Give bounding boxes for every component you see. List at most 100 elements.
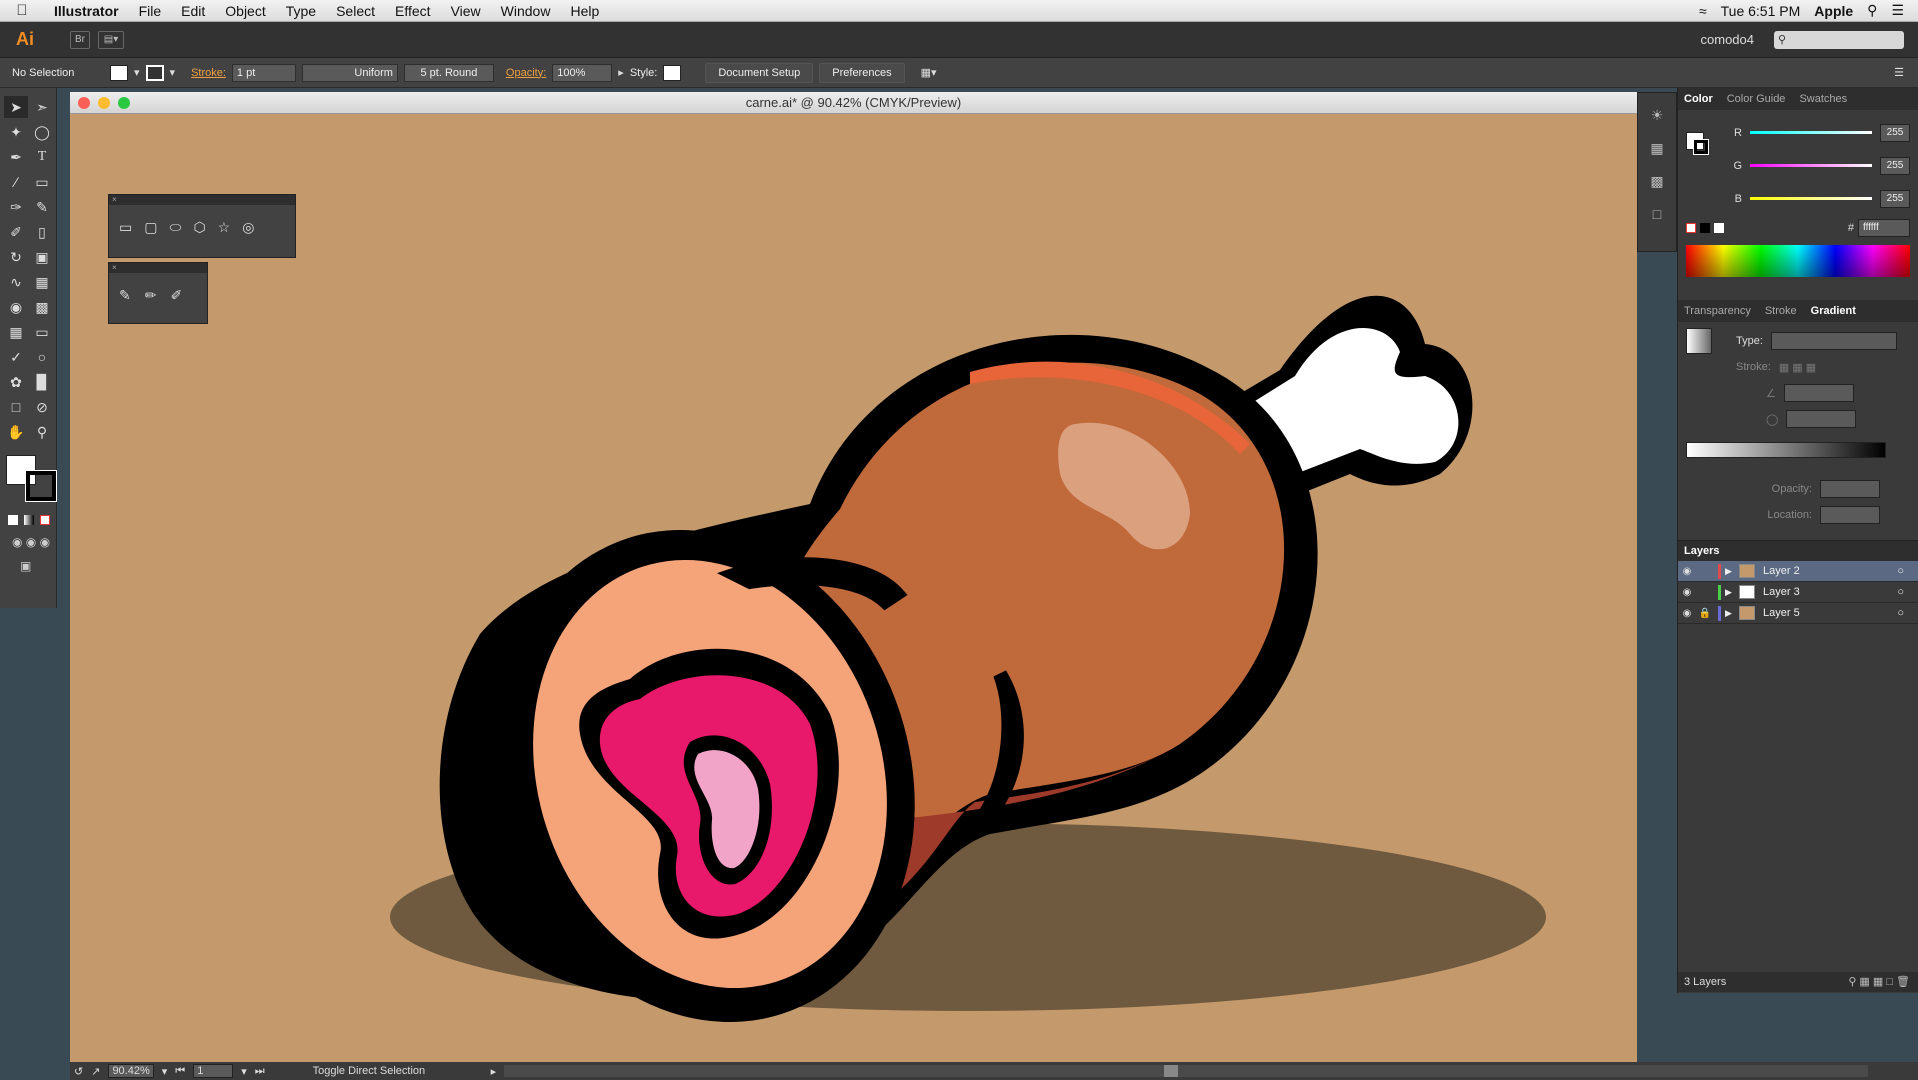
free-transform-tool-icon[interactable]: ▦ bbox=[30, 271, 54, 293]
menu-view[interactable]: View bbox=[441, 3, 491, 19]
expand-triangle-icon[interactable]: ▶ bbox=[1725, 587, 1739, 598]
menu-object[interactable]: Object bbox=[215, 3, 275, 19]
graph-tool-icon[interactable]: ▉ bbox=[30, 371, 54, 393]
target-icon[interactable]: ○ bbox=[1897, 565, 1904, 577]
tab-gradient[interactable]: Gradient bbox=[1811, 305, 1856, 317]
opacity-field[interactable]: 100% bbox=[552, 63, 613, 82]
gradient-opacity-field[interactable] bbox=[1820, 480, 1880, 498]
brush-definition[interactable]: 5 pt. Round bbox=[403, 63, 494, 82]
apple-menu-icon[interactable]:  bbox=[0, 2, 44, 19]
r-slider[interactable] bbox=[1750, 131, 1872, 134]
stroke-color-swatch[interactable] bbox=[25, 470, 57, 502]
layer-row[interactable]: ◉ ▶ Layer 2 ○ bbox=[1678, 561, 1918, 582]
fill-dropdown-icon[interactable]: ▾ bbox=[134, 66, 140, 79]
warp-tool-icon[interactable]: ∿ bbox=[4, 271, 28, 293]
menu-window[interactable]: Window bbox=[491, 3, 561, 19]
roast-meat-illustration[interactable] bbox=[70, 114, 1637, 1062]
layer-name[interactable]: Layer 5 bbox=[1763, 607, 1800, 619]
lasso-tool-icon[interactable]: ◯ bbox=[30, 121, 54, 143]
stroke-label[interactable]: Stroke: bbox=[191, 67, 226, 79]
preferences-button[interactable]: Preferences bbox=[819, 62, 905, 83]
gradient-type-select[interactable] bbox=[1770, 332, 1897, 350]
layer-row[interactable]: ◉ 🔒 ▶ Layer 5 ○ bbox=[1678, 603, 1918, 624]
status-message[interactable]: Toggle Direct Selection bbox=[313, 1065, 483, 1077]
path-eraser-icon[interactable]: ✐ bbox=[170, 287, 182, 304]
hand-tool-icon[interactable]: ✋ bbox=[4, 421, 28, 443]
target-icon[interactable]: ○ bbox=[1897, 586, 1904, 598]
close-icon[interactable]: × bbox=[109, 263, 207, 273]
artboard-number-field[interactable]: 1 bbox=[193, 1064, 234, 1078]
search-input[interactable]: ⚲ bbox=[1774, 30, 1904, 49]
location-field[interactable] bbox=[1820, 506, 1880, 524]
scrollbar-thumb[interactable] bbox=[1164, 1065, 1179, 1077]
lock-icon[interactable]: 🔒 bbox=[1696, 608, 1714, 619]
arrange-icon[interactable]: ▦▾ bbox=[921, 66, 937, 79]
layer-name[interactable]: Layer 2 bbox=[1763, 565, 1800, 577]
menu-effect[interactable]: Effect bbox=[385, 3, 441, 19]
b-slider[interactable] bbox=[1750, 197, 1872, 200]
stroke-weight-field[interactable]: 1 pt bbox=[231, 63, 296, 82]
color-stroke-swatch[interactable] bbox=[1693, 139, 1709, 155]
none-mode-icon[interactable] bbox=[40, 515, 50, 525]
status-arrow-icon[interactable]: ▸ bbox=[491, 1065, 497, 1078]
magic-wand-tool-icon[interactable]: ✦ bbox=[4, 121, 28, 143]
perspective-grid-tool-icon[interactable]: ▩ bbox=[30, 296, 54, 318]
target-icon[interactable]: ○ bbox=[1897, 607, 1904, 619]
artboard-canvas[interactable] bbox=[70, 114, 1637, 1062]
rotate-tool-icon[interactable]: ↻ bbox=[4, 246, 28, 268]
eye-icon[interactable]: ◉ bbox=[1678, 608, 1696, 619]
color-mode-icon[interactable] bbox=[8, 515, 18, 525]
selection-tool-icon[interactable]: ➤ bbox=[4, 96, 28, 118]
opacity-arrow-icon[interactable]: ▸ bbox=[618, 66, 624, 79]
menu-file[interactable]: File bbox=[129, 3, 172, 19]
close-window-button[interactable] bbox=[78, 97, 90, 109]
menu-edit[interactable]: Edit bbox=[171, 3, 215, 19]
stroke-dropdown-icon[interactable]: ▾ bbox=[170, 66, 176, 79]
tab-color[interactable]: Color bbox=[1684, 93, 1713, 105]
bridge-button[interactable]: Br bbox=[70, 30, 90, 49]
expand-triangle-icon[interactable]: ▶ bbox=[1725, 566, 1739, 577]
black-swatch[interactable] bbox=[1700, 223, 1710, 233]
white-swatch[interactable] bbox=[1714, 223, 1724, 233]
arrange-documents-icon[interactable]: ▤▾ bbox=[98, 30, 124, 49]
menubar-user[interactable]: Apple bbox=[1814, 3, 1853, 19]
expand-triangle-icon[interactable]: ▶ bbox=[1725, 608, 1739, 619]
fill-swatch[interactable] bbox=[110, 64, 128, 81]
document-setup-button[interactable]: Document Setup bbox=[705, 62, 814, 83]
spotlight-icon[interactable]: ⚲ bbox=[1867, 2, 1877, 19]
symbols-icon[interactable]: ▩ bbox=[1650, 173, 1663, 190]
appearance-icon[interactable]: ☀ bbox=[1651, 107, 1664, 124]
smooth-tool-icon[interactable]: ✏ bbox=[145, 287, 157, 304]
angle-field[interactable] bbox=[1783, 384, 1854, 402]
blob-brush-tool-icon[interactable]: ✐ bbox=[4, 221, 28, 243]
artboards-icon[interactable]: □ bbox=[1653, 206, 1661, 222]
layers-panel-title[interactable]: Layers bbox=[1684, 545, 1719, 557]
stroke-gradient-options-icon[interactable]: ▦ ▦ ▦ bbox=[1779, 361, 1816, 374]
workspace-switcher[interactable]: comodo4 bbox=[1701, 32, 1754, 47]
direct-selection-tool-icon[interactable]: ➣ bbox=[30, 96, 54, 118]
gradient-slider[interactable] bbox=[1686, 442, 1886, 458]
menu-help[interactable]: Help bbox=[560, 3, 609, 19]
tab-color-guide[interactable]: Color Guide bbox=[1727, 93, 1786, 105]
artboard-dropdown-icon[interactable]: ▾ bbox=[241, 1065, 247, 1078]
layers-footer-icons[interactable]: ⚲ ▦ ▦ □ 🗑 bbox=[1848, 972, 1910, 992]
notification-icon[interactable]: ☰ bbox=[1891, 2, 1904, 19]
pencil-tool-icon[interactable]: ✎ bbox=[30, 196, 54, 218]
tab-stroke[interactable]: Stroke bbox=[1765, 305, 1797, 317]
g-value[interactable]: 255 bbox=[1880, 156, 1910, 175]
wifi-icon[interactable]: ≈ bbox=[1699, 3, 1707, 19]
ellipse-shape-icon[interactable]: ⬭ bbox=[169, 219, 181, 236]
gradient-preview-swatch[interactable] bbox=[1686, 328, 1712, 354]
rounded-rectangle-shape-icon[interactable]: ▢ bbox=[144, 219, 157, 236]
zoom-window-button[interactable] bbox=[118, 97, 130, 109]
first-artboard-icon[interactable]: ⏮ bbox=[175, 1065, 185, 1078]
stroke-swatch[interactable] bbox=[145, 64, 164, 81]
eye-icon[interactable]: ◉ bbox=[1678, 566, 1696, 577]
zoom-field[interactable]: 90.42% bbox=[108, 1064, 154, 1078]
type-tool-icon[interactable]: T bbox=[30, 146, 54, 168]
star-shape-icon[interactable]: ☆ bbox=[218, 219, 231, 236]
menu-type[interactable]: Type bbox=[276, 3, 326, 19]
tab-swatches[interactable]: Swatches bbox=[1799, 93, 1847, 105]
g-slider[interactable] bbox=[1750, 164, 1872, 167]
aspect-ratio-field[interactable] bbox=[1786, 410, 1857, 428]
